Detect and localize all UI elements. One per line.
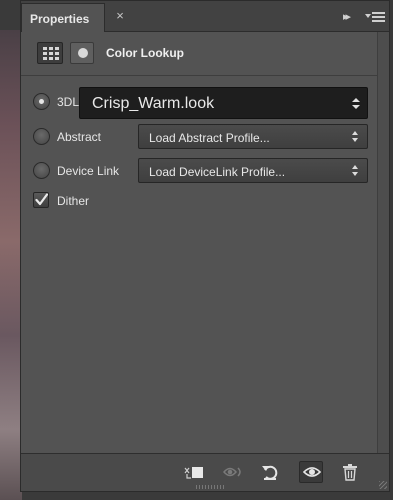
panel-footer [21,453,389,491]
eye-icon [303,467,321,477]
layer-mask-icon[interactable] [70,42,94,64]
clip-to-layer-button[interactable] [181,461,205,483]
devicelink-profile-value: Load DeviceLink Profile... [149,165,286,179]
divider [21,75,389,76]
view-previous-button[interactable] [219,461,243,483]
devicelink-profile-dropdown[interactable]: Load DeviceLink Profile... [138,158,368,183]
canvas-image-edge [0,30,22,500]
properties-panel: Properties × ▸▸ Color Lookup 3DL Crisp_W… [20,0,390,492]
panel-titlebar: Properties × ▸▸ [21,1,389,32]
close-icon[interactable]: × [113,9,127,23]
dropdown-arrows-icon [352,98,360,110]
radio-3dlut[interactable] [33,93,50,110]
option-row-device-link: Device Link Load DeviceLink Profile... [21,158,389,184]
option-row-abstract: Abstract Load Abstract Profile... [21,124,389,150]
dropdown-arrows-icon [352,131,359,143]
reset-button[interactable] [258,461,282,483]
lut-file-value: Crisp_Warm.look [92,95,215,112]
radio-abstract[interactable] [33,128,50,145]
resize-grip[interactable] [196,485,226,489]
toggle-visibility-button[interactable] [299,461,323,483]
checkmark-icon [35,193,48,206]
dropdown-arrows-icon [352,165,359,177]
dither-checkbox[interactable] [33,192,49,208]
label-abstract: Abstract [57,130,102,144]
radio-device-link[interactable] [33,162,50,179]
panel-menu-icon[interactable] [365,10,385,24]
label-device-link: Device Link [57,164,120,178]
abstract-profile-dropdown[interactable]: Load Abstract Profile... [138,124,368,149]
reset-icon [262,465,278,480]
lookup-table-icon[interactable] [37,42,63,64]
trash-icon [343,464,357,481]
collapse-panel-icon[interactable]: ▸▸ [343,10,359,24]
menu-bars-icon [372,12,385,24]
delete-button[interactable] [339,461,363,483]
adjustment-title: Color Lookup [106,46,184,60]
menu-arrow-icon [365,14,371,18]
eye-previous-icon [223,467,241,477]
lut-file-dropdown[interactable]: Crisp_Warm.look [79,87,368,119]
adjustment-header: Color Lookup [21,34,389,71]
abstract-profile-value: Load Abstract Profile... [149,131,270,145]
corner-resize-grip[interactable] [379,481,387,489]
label-3dlut: 3DL [57,95,80,109]
clip-to-layer-icon [184,467,203,479]
tab-properties[interactable]: Properties [21,3,105,32]
dither-label: Dither [57,194,90,208]
scrollbar[interactable] [377,32,389,455]
